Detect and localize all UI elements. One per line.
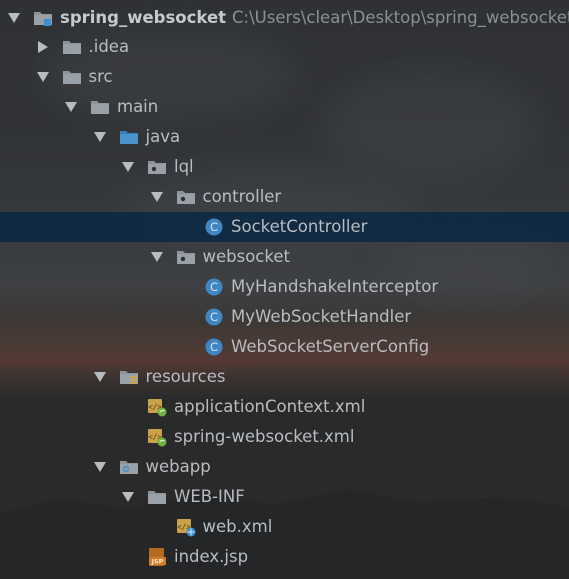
svg-text:JSP: JSP [151, 558, 164, 566]
java-class-icon: C [204, 307, 224, 327]
tree-node-src[interactable]: src [0, 62, 569, 92]
tree-node-mywebsockethandler[interactable]: C MyWebSocketHandler [0, 302, 569, 332]
tree-node-label: spring_websocket [60, 8, 227, 27]
tree-node-lql[interactable]: lql [0, 152, 569, 182]
tree-node-web-xml[interactable]: </> web.xml [0, 512, 569, 542]
jsp-file-icon: JSP [147, 547, 167, 567]
tree-node-websocket[interactable]: websocket [0, 242, 569, 272]
tree-node-label: lql [174, 157, 194, 176]
expand-arrow-down-icon[interactable] [92, 362, 108, 392]
spring-xml-icon: </> [147, 427, 167, 447]
tree-node-label: MyHandshakeInterceptor [231, 277, 439, 296]
web-folder-icon [119, 457, 139, 477]
package-icon [147, 157, 167, 177]
tree-node-web-inf[interactable]: WEB-INF [0, 482, 569, 512]
project-folder-icon [33, 8, 53, 28]
tree-node-myhandshakeinterceptor[interactable]: C MyHandshakeInterceptor [0, 272, 569, 302]
folder-icon [62, 67, 82, 87]
tree-node-label: java [145, 127, 181, 146]
tree-node-controller[interactable]: controller [0, 182, 569, 212]
tree-node-label: webapp [145, 457, 211, 476]
tree-node-label: controller [202, 187, 282, 206]
tree-node-label: WebSocketServerConfig [231, 337, 430, 356]
svg-text:C: C [210, 310, 218, 324]
folder-icon [62, 37, 82, 57]
expand-arrow-down-icon[interactable] [63, 92, 79, 122]
project-tree-panel: spring_websocket C:\Users\clear\Desktop\s… [0, 0, 569, 579]
web-xml-icon: </> [176, 517, 196, 537]
java-class-icon: C [204, 217, 224, 237]
tree-node-main[interactable]: main [0, 92, 569, 122]
expand-arrow-down-icon[interactable] [149, 182, 165, 212]
tree-node-webapp[interactable]: webapp [0, 452, 569, 482]
expand-arrow-down-icon[interactable] [149, 242, 165, 272]
tree-node-label: index.jsp [174, 547, 249, 566]
tree-node-label: spring-websocket.xml [174, 427, 355, 446]
source-root-folder-icon [119, 127, 139, 147]
tree-node-label: src [88, 67, 113, 86]
tree-node-label: web.xml [202, 517, 273, 536]
svg-text:C: C [210, 280, 218, 294]
tree-node-label: websocket [202, 247, 290, 266]
expand-arrow-down-icon[interactable] [35, 62, 51, 92]
svg-text:C: C [210, 340, 218, 354]
collapse-arrow-right-icon[interactable] [35, 32, 51, 62]
spring-xml-icon: </> [147, 397, 167, 417]
tree-node-label: applicationContext.xml [174, 397, 366, 416]
java-class-icon: C [204, 277, 224, 297]
java-class-icon: C [204, 337, 224, 357]
tree-node-spring-websocket[interactable]: spring_websocket C:\Users\clear\Desktop\s… [0, 3, 569, 33]
tree-node-label: .idea [88, 37, 130, 56]
tree-node-label: SocketController [231, 217, 368, 236]
tree-node-resources[interactable]: resources [0, 362, 569, 392]
expand-arrow-down-icon[interactable] [120, 482, 136, 512]
tree-node-websocketserverconfig[interactable]: C WebSocketServerConfig [0, 332, 569, 362]
tree-node-applicationcontext-xml[interactable]: </> applicationContext.xml [0, 392, 569, 422]
tree-node-label: WEB-INF [174, 487, 245, 506]
project-path: C:\Users\clear\Desktop\spring_websocket [232, 8, 569, 27]
tree-node-label: MyWebSocketHandler [231, 307, 412, 326]
expand-arrow-down-icon[interactable] [92, 122, 108, 152]
tree-node-spring-websocket-xml[interactable]: </> spring-websocket.xml [0, 422, 569, 452]
resources-folder-icon [119, 367, 139, 387]
expand-arrow-down-icon[interactable] [120, 152, 136, 182]
tree-node-index-jsp[interactable]: JSP index.jsp [0, 542, 569, 572]
tree-node-socketcontroller[interactable]: C SocketController [0, 212, 569, 242]
tree-node-idea[interactable]: .idea [0, 32, 569, 62]
expand-arrow-down-icon[interactable] [6, 3, 22, 33]
expand-arrow-down-icon[interactable] [92, 452, 108, 482]
folder-icon [90, 97, 110, 117]
tree-node-label: resources [145, 367, 226, 386]
tree-node-java[interactable]: java [0, 122, 569, 152]
package-icon [176, 247, 196, 267]
tree-node-label: main [117, 97, 159, 116]
package-icon [176, 187, 196, 207]
svg-text:C: C [210, 220, 218, 234]
folder-icon [147, 487, 167, 507]
